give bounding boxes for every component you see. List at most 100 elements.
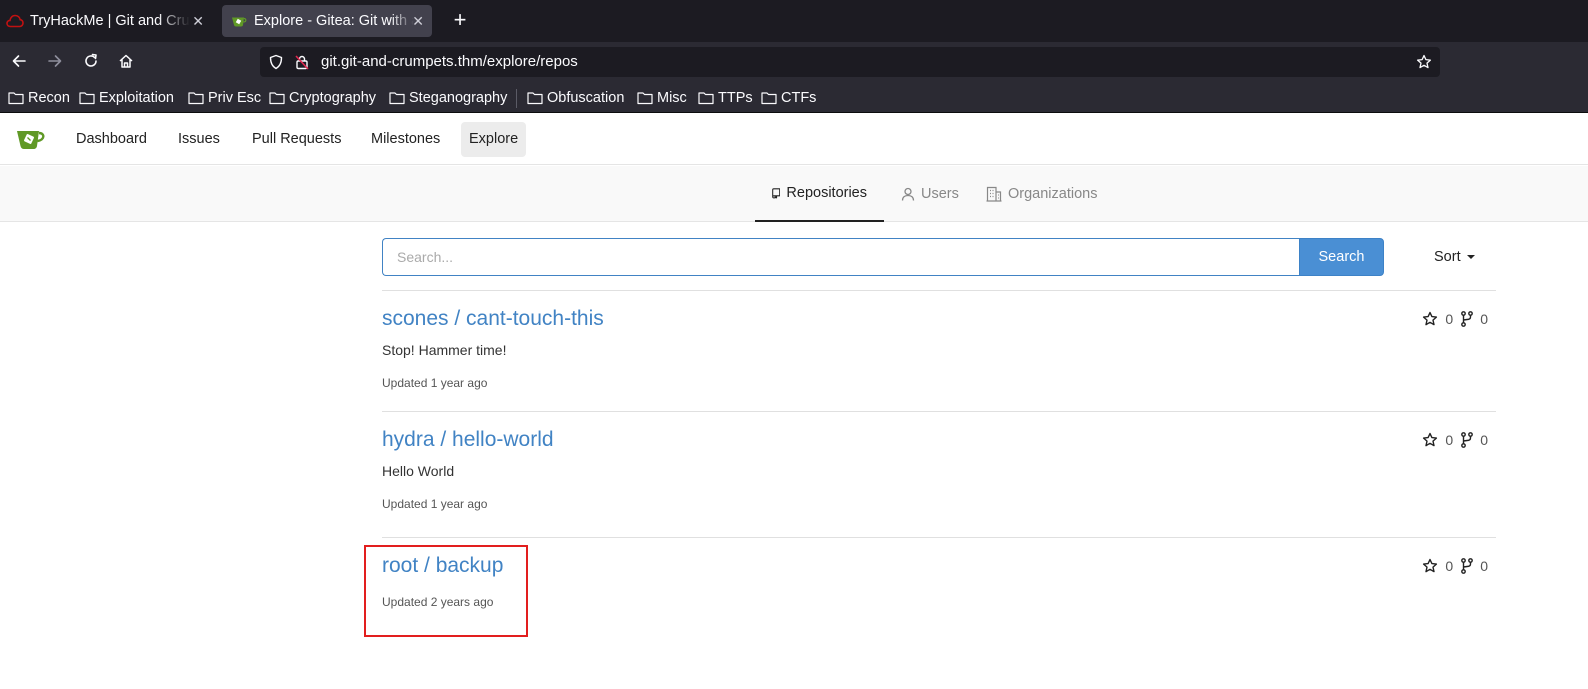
fork-count: 0	[1480, 311, 1488, 327]
fork-count: 0	[1480, 432, 1488, 448]
bookmark-label: Priv Esc	[208, 90, 262, 106]
tab-repositories[interactable]: Repositories	[755, 166, 884, 222]
repo-description: Hello World	[382, 463, 455, 479]
new-tab-button[interactable]: +	[449, 9, 471, 31]
address-bar[interactable]: git.git-and-crumpets.thm/explore/repos	[260, 47, 1440, 77]
bookmark-label: Exploitation	[99, 90, 174, 106]
repo-stats: 0 0	[1422, 311, 1488, 327]
bookmark-folder[interactable]: Cryptography	[269, 88, 376, 108]
fork-icon	[1461, 311, 1474, 327]
person-icon	[901, 187, 915, 201]
bookmark-label: Obfuscation	[547, 90, 625, 106]
repo-item: scones / cant-touch-this Stop! Hammer ti…	[382, 290, 1496, 411]
repo-title-link[interactable]: hydra / hello-world	[382, 428, 554, 452]
repo-updated-time: Updated 1 year ago	[382, 376, 488, 390]
repo-title-link[interactable]: scones / cant-touch-this	[382, 307, 604, 331]
folder-icon	[527, 92, 543, 105]
repo-stats: 0 0	[1422, 432, 1488, 448]
repo-description: Stop! Hammer time!	[382, 342, 507, 358]
back-button[interactable]	[8, 52, 30, 74]
gitea-icon	[230, 13, 248, 29]
explore-tabs: Repositories Users Organizations	[0, 166, 1588, 222]
tryhackme-cloud-icon	[6, 13, 24, 29]
fork-count: 0	[1480, 558, 1488, 574]
bookmark-separator	[516, 89, 517, 108]
folder-icon	[8, 92, 24, 105]
insecure-lock-icon[interactable]	[294, 54, 310, 70]
forward-button[interactable]	[44, 52, 66, 74]
bookmark-folder[interactable]: Priv Esc	[188, 88, 261, 108]
gitea-logo-icon[interactable]	[15, 127, 47, 151]
bookmark-folder[interactable]: Misc	[637, 88, 687, 108]
url-text: git.git-and-crumpets.thm/explore/repos	[321, 53, 578, 70]
bookmark-label: Steganography	[409, 90, 508, 106]
reload-button[interactable]	[80, 52, 102, 74]
caret-down-icon	[1466, 255, 1475, 259]
bookmark-folder[interactable]: TTPs	[698, 88, 753, 108]
folder-icon	[188, 92, 204, 105]
repo-stats: 0 0	[1422, 558, 1488, 574]
gitea-navbar: Dashboard Issues Pull Requests Milestone…	[0, 114, 1588, 165]
tab-label: Users	[921, 186, 959, 202]
repo-item: hydra / hello-world Hello World Updated …	[382, 411, 1496, 537]
star-count: 0	[1445, 311, 1454, 327]
fork-icon	[1461, 432, 1474, 448]
nav-explore[interactable]: Explore	[461, 122, 527, 157]
bookmark-folder[interactable]: Recon	[8, 88, 70, 108]
bookmark-folder[interactable]: Obfuscation	[527, 88, 624, 108]
bookmark-folder[interactable]: Exploitation	[79, 88, 174, 108]
bookmark-folder[interactable]: CTFs	[761, 88, 816, 108]
folder-icon	[637, 92, 653, 105]
repo-icon	[772, 188, 781, 199]
tab-label: Repositories	[786, 185, 867, 201]
bookmark-folder[interactable]: Steganography	[389, 88, 507, 108]
bookmark-star-icon[interactable]	[1416, 54, 1432, 70]
arrow-right-icon	[47, 53, 63, 74]
nav-pull-requests[interactable]: Pull Requests	[244, 122, 349, 157]
nav-milestones[interactable]: Milestones	[363, 122, 448, 157]
bookmark-label: Cryptography	[289, 90, 377, 106]
folder-icon	[698, 92, 714, 105]
home-button[interactable]	[115, 52, 137, 74]
tab-title: Explore - Gitea: Git with a cup of tea	[254, 13, 414, 29]
close-tab-icon[interactable]: ✕	[192, 13, 204, 30]
home-icon	[118, 53, 134, 74]
close-tab-icon[interactable]: ✕	[412, 13, 424, 30]
browser-tab-tryhackme[interactable]: TryHackMe | Git and Crumpets ✕	[0, 0, 214, 42]
highlight-annotation-box	[364, 545, 528, 637]
tab-title: TryHackMe | Git and Crumpets	[30, 13, 190, 29]
repo-updated-time: Updated 1 year ago	[382, 497, 488, 511]
sort-dropdown[interactable]: Sort	[1434, 249, 1475, 265]
tab-organizations[interactable]: Organizations	[969, 166, 1114, 222]
browser-tab-gitea[interactable]: Explore - Gitea: Git with a cup of tea ✕	[222, 5, 432, 37]
folder-icon	[761, 92, 777, 105]
repo-item: root / backup Updated 2 years ago 0 0	[382, 537, 1496, 647]
reload-icon	[83, 53, 99, 74]
organization-icon	[986, 186, 1002, 202]
bookmark-label: TTPs	[718, 90, 753, 106]
nav-issues[interactable]: Issues	[170, 122, 228, 157]
arrow-left-icon	[11, 53, 27, 74]
bookmark-label: Misc	[657, 90, 687, 106]
folder-icon	[79, 92, 95, 105]
repo-list: scones / cant-touch-this Stop! Hammer ti…	[382, 290, 1496, 647]
bookmark-label: Recon	[28, 90, 70, 106]
bookmark-label: CTFs	[781, 90, 817, 106]
folder-icon	[389, 92, 405, 105]
nav-dashboard[interactable]: Dashboard	[68, 122, 155, 157]
search-button[interactable]: Search	[1299, 238, 1384, 276]
fork-icon	[1461, 558, 1474, 574]
shield-icon[interactable]	[268, 54, 284, 70]
repo-search: Search	[382, 238, 1384, 276]
star-icon	[1423, 432, 1438, 447]
star-icon	[1423, 311, 1438, 326]
search-input[interactable]	[382, 238, 1299, 276]
star-icon	[1423, 558, 1438, 573]
tab-users[interactable]: Users	[884, 166, 976, 222]
browser-toolbar: git.git-and-crumpets.thm/explore/repos	[0, 42, 1588, 84]
sort-label: Sort	[1434, 249, 1461, 265]
browser-tab-bar: TryHackMe | Git and Crumpets ✕ Explore -…	[0, 0, 1588, 42]
tab-label: Organizations	[1008, 186, 1098, 202]
star-count: 0	[1445, 558, 1454, 574]
folder-icon	[269, 92, 285, 105]
